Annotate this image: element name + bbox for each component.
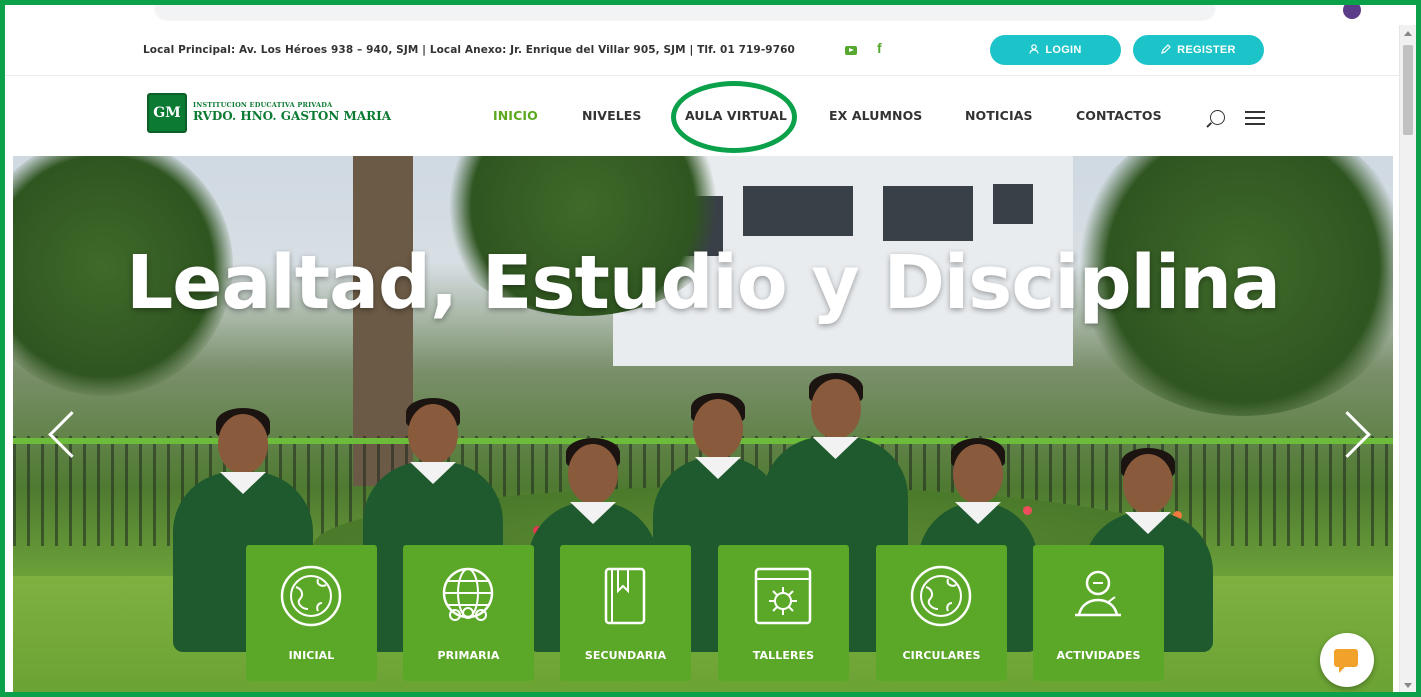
- top-info-bar: Local Principal: Av. Los Héroes 938 – 94…: [5, 27, 1400, 76]
- logo-badge: GM: [147, 93, 187, 133]
- login-button[interactable]: LOGIN: [990, 35, 1121, 65]
- chat-bubble-icon: [1334, 649, 1358, 673]
- tile-actividades[interactable]: ACTIVIDADES: [1033, 545, 1164, 681]
- tile-secundaria[interactable]: SECUNDARIA: [560, 545, 691, 681]
- tile-label: PRIMARIA: [437, 649, 500, 662]
- gear-window-icon: [754, 567, 812, 625]
- register-label: REGISTER: [1177, 44, 1236, 56]
- pencil-icon: [1161, 43, 1172, 57]
- browser-address-pill[interactable]: [155, 5, 1215, 19]
- browser-strip: [5, 5, 1416, 25]
- tile-label: INICIAL: [288, 649, 335, 662]
- register-button[interactable]: REGISTER: [1133, 35, 1264, 65]
- hero-headline: Lealtad, Estudio y Disciplina: [126, 240, 1281, 326]
- speaker-podium-icon: [1075, 570, 1121, 617]
- hamburger-menu-icon[interactable]: [1245, 111, 1265, 125]
- globe-brain-icon: [910, 565, 972, 627]
- page-scrollbar[interactable]: [1399, 25, 1416, 692]
- nav-ex-alumnos[interactable]: EX ALUMNOS: [829, 108, 922, 123]
- tile-circulares[interactable]: CIRCULARES: [876, 545, 1007, 681]
- tile-inicial[interactable]: INICIAL: [246, 545, 377, 681]
- youtube-icon[interactable]: [845, 46, 857, 55]
- tile-label: SECUNDARIA: [584, 649, 667, 662]
- logo-name: RVDO. HNO. GASTON MARIA: [193, 109, 392, 123]
- main-navbar: GM INSTITUCION EDUCATIVA PRIVADA RVDO. H…: [5, 76, 1400, 156]
- tile-label: TALLERES: [752, 649, 815, 662]
- aula-virtual-highlight-circle: [671, 81, 797, 153]
- facebook-icon[interactable]: f: [877, 40, 882, 56]
- globe-brain-icon: [280, 565, 342, 627]
- nav-noticias[interactable]: NOTICIAS: [965, 108, 1033, 123]
- nav-niveles[interactable]: NIVELES: [582, 108, 642, 123]
- scroll-up-icon[interactable]: [1404, 31, 1412, 36]
- tile-label: CIRCULARES: [902, 649, 981, 662]
- nav-inicio[interactable]: INICIO: [493, 108, 538, 123]
- profile-avatar[interactable]: [1343, 5, 1361, 19]
- chat-widget-button[interactable]: [1320, 633, 1374, 687]
- tile-primaria[interactable]: PRIMARIA: [403, 545, 534, 681]
- level-tiles: INICIAL PRIMARIA SECUNDARIA TALLERES CIR…: [246, 545, 1166, 681]
- book-icon: [604, 567, 646, 625]
- scrollbar-thumb[interactable]: [1403, 45, 1413, 135]
- login-label: LOGIN: [1045, 44, 1082, 56]
- scroll-down-icon[interactable]: [1404, 683, 1412, 688]
- nav-contactos[interactable]: CONTACTOS: [1076, 108, 1162, 123]
- hero-slider: Lealtad, Estudio y Disciplina INICIAL PR…: [13, 156, 1393, 692]
- search-icon[interactable]: [1210, 110, 1225, 125]
- screenshot-frame: Local Principal: Av. Los Héroes 938 – 94…: [0, 0, 1421, 697]
- tile-talleres[interactable]: TALLERES: [718, 545, 849, 681]
- contact-address: Local Principal: Av. Los Héroes 938 – 94…: [143, 44, 795, 56]
- school-logo[interactable]: GM INSTITUCION EDUCATIVA PRIVADA RVDO. H…: [147, 91, 391, 137]
- globe-people-icon: [442, 567, 494, 621]
- logo-subtitle: INSTITUCION EDUCATIVA PRIVADA: [193, 101, 333, 109]
- tile-label: ACTIVIDADES: [1056, 649, 1141, 662]
- user-icon: [1029, 43, 1039, 57]
